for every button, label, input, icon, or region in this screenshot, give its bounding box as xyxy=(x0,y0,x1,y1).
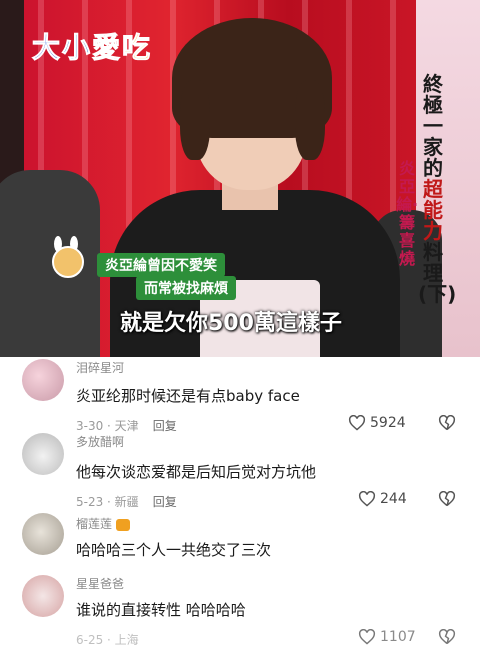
comment-text: 哈哈哈三个人一共绝交了三次 xyxy=(76,541,272,559)
logo-char: 愛 xyxy=(92,31,121,65)
comment-username[interactable]: 泪碎星河 xyxy=(76,359,124,376)
avatar[interactable] xyxy=(22,433,64,475)
dislike-button[interactable] xyxy=(438,414,456,435)
show-logo: 大小愛吃 xyxy=(30,26,150,66)
logo-char: 小 xyxy=(62,31,91,65)
comment-text: 他每次谈恋爱都是后知后觉对方坑他 xyxy=(76,463,317,481)
avatar[interactable] xyxy=(22,575,64,617)
comment-text: 炎亚纶那时候还是有点baby face xyxy=(76,387,300,405)
heart-icon xyxy=(358,629,376,645)
dislike-button[interactable] xyxy=(438,490,456,511)
comment-meta: 3-30 · 天津 回复 xyxy=(76,417,177,434)
tiger-badge-icon xyxy=(116,518,131,531)
like-button[interactable]: 244 xyxy=(358,491,407,507)
broken-heart-icon xyxy=(438,628,456,645)
comment-username-text: 榴莲莲 xyxy=(76,517,113,531)
caption-line-2: 而常被找麻煩 xyxy=(136,276,236,300)
logo-char: 吃 xyxy=(122,31,151,65)
comment-date-location: 5-23 · 新疆 xyxy=(76,495,139,509)
broken-heart-icon xyxy=(438,490,456,507)
avatar[interactable] xyxy=(22,513,64,555)
like-count: 244 xyxy=(380,491,407,507)
logo-char: 大 xyxy=(31,31,60,65)
avatar[interactable] xyxy=(22,359,64,401)
video-subtitle: 就是欠你500萬這樣子 xyxy=(120,311,342,336)
episode-guest: 炎亞綸‧籌喜燒 xyxy=(396,159,418,268)
host-hair-left xyxy=(180,80,210,160)
like-count: 5924 xyxy=(370,415,406,431)
host-hair-right xyxy=(295,80,325,160)
reply-button[interactable]: 回复 xyxy=(153,495,177,509)
like-count: 1107 xyxy=(380,629,416,645)
episode-title: 終極一家的超能力料理(下) xyxy=(418,72,456,305)
comment-username[interactable]: 星星爸爸 xyxy=(76,575,124,592)
caption-line-1: 炎亞綸曾因不愛笑 xyxy=(97,253,225,277)
comment-date-location: 3-30 · 天津 xyxy=(76,419,139,433)
heart-icon xyxy=(358,491,376,507)
dislike-button[interactable] xyxy=(438,628,456,649)
comment-username[interactable]: 多放醋啊 xyxy=(76,433,124,450)
comment-text: 谁说的直接转性 哈哈哈哈 xyxy=(76,601,246,619)
episode-title-highlight: 超能力 xyxy=(423,177,443,243)
comment-list[interactable]: 泪碎星河 炎亚纶那时候还是有点baby face 3-30 · 天津 回复 592… xyxy=(0,357,480,647)
broken-heart-icon xyxy=(438,414,456,431)
comment-meta: 5-23 · 新疆 回复 xyxy=(76,493,177,510)
like-button[interactable]: 1107 xyxy=(358,629,416,645)
reply-button[interactable]: 回复 xyxy=(153,419,177,433)
video-frame[interactable]: 大小愛吃 終極一家的超能力料理(下) 炎亞綸‧籌喜燒 炎亞綸曾因不愛笑 而常被找… xyxy=(0,0,480,357)
heart-icon xyxy=(348,415,366,431)
episode-title-part1: 終極一家的 xyxy=(423,72,443,180)
bunny-mascot-icon xyxy=(48,236,84,286)
comment-username[interactable]: 榴莲莲 xyxy=(76,515,131,532)
like-button[interactable]: 5924 xyxy=(348,415,406,431)
